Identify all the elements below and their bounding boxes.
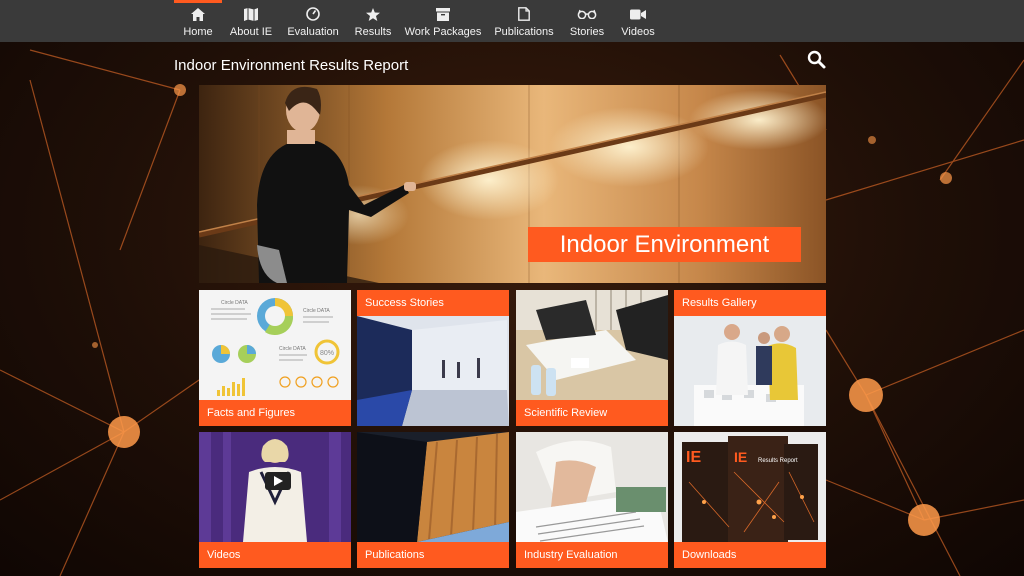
- tile-label: Success Stories: [357, 290, 509, 316]
- nav-item-about-ie[interactable]: About IE: [230, 0, 272, 42]
- play-icon: [274, 476, 283, 486]
- glasses-icon: [577, 7, 597, 21]
- tile-videos[interactable]: Videos: [199, 432, 351, 568]
- nav-item-results[interactable]: Results: [355, 0, 391, 42]
- tile-facts-and-figures[interactable]: Circle DATA Circle DATA Circle DATA 80% …: [199, 290, 351, 426]
- star-icon: [366, 7, 380, 21]
- nav-item-home[interactable]: Home: [174, 0, 222, 42]
- nav-item-publications[interactable]: Publications: [494, 0, 554, 42]
- home-icon: [191, 7, 205, 21]
- book-title-letters: IE: [686, 449, 701, 466]
- hero-label: Indoor Environment: [528, 227, 801, 262]
- infographic-label-2: Circle DATA: [303, 308, 330, 314]
- book-subtitle: Results Report: [758, 458, 798, 464]
- map-icon: [244, 7, 258, 21]
- tile-label: Facts and Figures: [199, 400, 351, 426]
- video-camera-icon: [630, 7, 646, 21]
- tile-label: Publications: [357, 542, 509, 568]
- nav-item-videos[interactable]: Videos: [621, 0, 655, 42]
- tile-label: Scientific Review: [516, 400, 668, 426]
- tile-scientific-review[interactable]: Scientific Review: [516, 290, 668, 426]
- document-icon: [518, 7, 530, 21]
- tile-label: Videos: [199, 542, 351, 568]
- gauge-icon: [306, 7, 320, 21]
- top-navigation: Home About IE Evaluation Results Work Pa…: [0, 0, 1024, 42]
- nav-item-work-packages[interactable]: Work Packages: [405, 0, 481, 42]
- infographic-percent: 80%: [320, 350, 334, 357]
- infographic-label-1: Circle DATA: [221, 300, 248, 306]
- search-button[interactable]: [807, 50, 827, 70]
- tile-label: Downloads: [674, 542, 826, 568]
- nav-item-evaluation[interactable]: Evaluation: [287, 0, 339, 42]
- tile-downloads[interactable]: IE IE Results Report Downloads: [674, 432, 826, 568]
- nav-item-stories[interactable]: Stories: [570, 0, 604, 42]
- tile-publications[interactable]: Publications: [357, 432, 509, 568]
- tile-label: Results Gallery: [674, 290, 826, 316]
- book-title-letters: IE: [734, 449, 747, 465]
- page-title: Indoor Environment Results Report: [174, 57, 409, 74]
- video-play-button[interactable]: [265, 472, 291, 490]
- tile-results-gallery[interactable]: Results Gallery: [674, 290, 826, 426]
- archive-icon: [436, 7, 450, 21]
- infographic-label-3: Circle DATA: [279, 346, 306, 352]
- tile-industry-evaluation[interactable]: Industry Evaluation: [516, 432, 668, 568]
- search-icon: [807, 50, 826, 69]
- tile-success-stories[interactable]: Success Stories: [357, 290, 509, 426]
- tile-label: Industry Evaluation: [516, 542, 668, 568]
